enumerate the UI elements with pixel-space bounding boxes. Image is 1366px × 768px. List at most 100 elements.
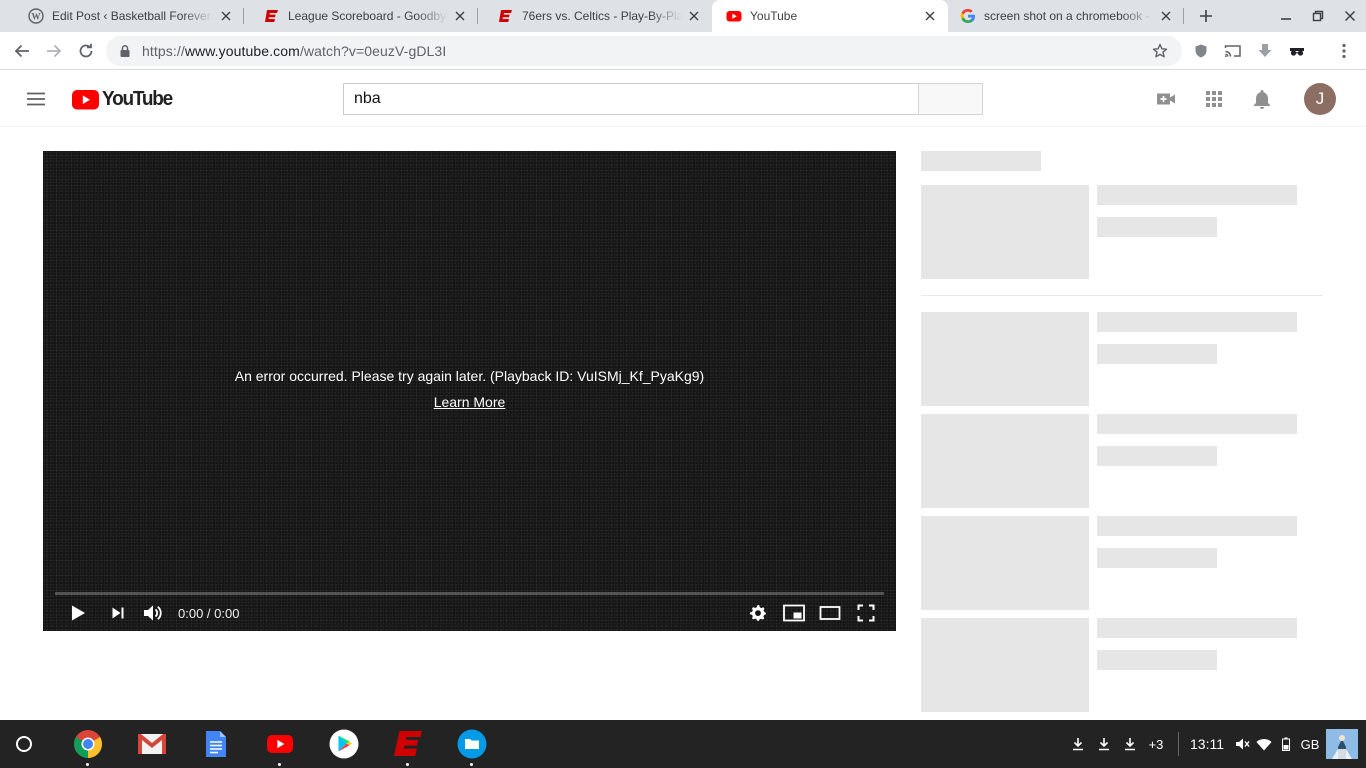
tab-title: League Scoreboard - Goodbye NBA bbox=[288, 9, 448, 23]
youtube-play-logo-icon bbox=[72, 90, 99, 110]
wordpress-icon: W bbox=[28, 8, 44, 24]
forward-button[interactable] bbox=[42, 39, 66, 63]
youtube-masthead: YouTube J bbox=[0, 71, 1366, 127]
shelf-app-youtube[interactable] bbox=[265, 729, 295, 766]
chrome-menu-button[interactable] bbox=[1332, 39, 1356, 63]
running-indicator bbox=[470, 763, 473, 766]
os-shelf: +3 13:11 GB bbox=[0, 720, 1366, 768]
skeleton-meta bbox=[1097, 344, 1217, 364]
skeleton-title bbox=[1097, 618, 1297, 638]
tray-input-method[interactable]: GB bbox=[1298, 734, 1322, 754]
tray-download-1[interactable] bbox=[1070, 734, 1086, 754]
cast-button[interactable] bbox=[1221, 39, 1245, 63]
tab-title: screen shot on a chromebook - Google Sea… bbox=[984, 9, 1154, 23]
search-input[interactable] bbox=[343, 83, 919, 115]
gear-icon bbox=[749, 604, 766, 621]
shelf-app-chrome[interactable] bbox=[73, 729, 103, 766]
espn-icon bbox=[394, 731, 422, 756]
tray-download-3[interactable] bbox=[1122, 734, 1138, 754]
theater-mode-button[interactable] bbox=[818, 601, 842, 625]
miniplayer-button[interactable] bbox=[782, 601, 806, 625]
download-arrow-icon bbox=[1258, 44, 1272, 57]
close-tab-icon[interactable] bbox=[218, 8, 234, 24]
arrow-right-icon bbox=[47, 44, 62, 58]
tray-notification-count[interactable]: +3 bbox=[1144, 734, 1168, 754]
close-tab-icon[interactable] bbox=[452, 8, 468, 24]
tray-battery[interactable] bbox=[1280, 734, 1292, 754]
play-button[interactable] bbox=[66, 601, 90, 625]
tab-wordpress[interactable]: W Edit Post ‹ Basketball Forever — WordP… bbox=[8, 0, 244, 32]
tray-divider bbox=[1178, 732, 1179, 756]
tray-mute-status[interactable] bbox=[1234, 734, 1250, 754]
tab-strip: W Edit Post ‹ Basketball Forever — WordP… bbox=[0, 0, 1366, 32]
arrow-left-icon bbox=[14, 44, 29, 58]
learn-more-link[interactable]: Learn More bbox=[43, 394, 896, 410]
launcher-button[interactable] bbox=[16, 736, 32, 752]
miniplayer-icon bbox=[783, 604, 805, 622]
skeleton-title bbox=[1097, 312, 1297, 332]
close-tab-icon[interactable] bbox=[1158, 8, 1174, 24]
youtube-logo[interactable]: YouTube bbox=[72, 88, 173, 111]
close-tab-icon[interactable] bbox=[922, 8, 938, 24]
google-icon bbox=[960, 8, 976, 24]
address-bar[interactable]: https://www.youtube.com/watch?v=0euzV-gD… bbox=[106, 36, 1182, 66]
new-tab-button[interactable] bbox=[1196, 6, 1216, 26]
shelf-app-docs[interactable] bbox=[201, 729, 231, 759]
minimize-button[interactable] bbox=[1276, 6, 1296, 26]
volume-icon bbox=[144, 605, 162, 621]
video-camera-plus-icon bbox=[1157, 93, 1175, 105]
tab-league-scoreboard[interactable]: League Scoreboard - Goodbye NBA bbox=[244, 0, 478, 32]
download-icon bbox=[1099, 738, 1109, 751]
shelf-app-espn[interactable] bbox=[393, 729, 423, 766]
tab-google-search[interactable]: screen shot on a chromebook - Google Sea… bbox=[948, 0, 1184, 32]
bell-icon bbox=[1254, 90, 1270, 109]
tray-wifi[interactable] bbox=[1256, 734, 1272, 754]
play-icon bbox=[72, 605, 85, 621]
avatar[interactable]: J bbox=[1304, 83, 1336, 115]
apps-grid-icon bbox=[1206, 91, 1222, 107]
settings-button[interactable] bbox=[746, 601, 770, 625]
tab-76ers-celtics[interactable]: 76ers vs. Celtics - Play-By-Play - ESPN bbox=[478, 0, 712, 32]
notifications-button[interactable] bbox=[1250, 87, 1274, 111]
progress-bar[interactable] bbox=[55, 592, 884, 595]
mute-button[interactable] bbox=[141, 601, 165, 625]
theater-mode-icon bbox=[819, 606, 841, 620]
close-icon bbox=[1344, 10, 1356, 22]
skeleton-thumbnail bbox=[921, 414, 1089, 508]
shield-icon bbox=[1195, 44, 1207, 58]
restore-button[interactable] bbox=[1308, 6, 1328, 26]
create-video-button[interactable] bbox=[1154, 87, 1178, 111]
tray-user-avatar[interactable] bbox=[1326, 729, 1358, 759]
fullscreen-button[interactable] bbox=[854, 601, 878, 625]
docs-icon bbox=[206, 731, 226, 757]
guide-menu-button[interactable] bbox=[24, 87, 48, 111]
skeleton-meta bbox=[1097, 446, 1217, 466]
close-tab-icon[interactable] bbox=[686, 8, 702, 24]
downloads-extension-button[interactable] bbox=[1253, 39, 1277, 63]
incognito-extension-button[interactable] bbox=[1285, 39, 1309, 63]
next-button[interactable] bbox=[106, 601, 130, 625]
clock[interactable]: 13:11 bbox=[1186, 734, 1228, 754]
reload-button[interactable] bbox=[74, 39, 98, 63]
url-host: www.youtube.com bbox=[184, 43, 300, 59]
bookmark-star-icon[interactable] bbox=[1152, 43, 1168, 59]
extension-shield-button[interactable] bbox=[1189, 39, 1213, 63]
wifi-icon bbox=[1256, 738, 1272, 750]
download-icon bbox=[1125, 738, 1135, 751]
shelf-app-files[interactable] bbox=[457, 729, 487, 766]
restore-icon bbox=[1312, 10, 1324, 22]
more-vertical-icon bbox=[1342, 43, 1346, 59]
shelf-app-play-store[interactable] bbox=[329, 729, 359, 759]
skeleton-title bbox=[1097, 516, 1297, 536]
close-window-button[interactable] bbox=[1340, 6, 1360, 26]
shelf-app-gmail[interactable] bbox=[137, 729, 167, 759]
tab-youtube[interactable]: YouTube bbox=[712, 0, 948, 32]
apps-button[interactable] bbox=[1202, 87, 1226, 111]
back-button[interactable] bbox=[10, 39, 34, 63]
tab-separator bbox=[1183, 8, 1184, 24]
youtube-icon bbox=[267, 735, 293, 753]
download-icon bbox=[1073, 738, 1083, 751]
search-button[interactable] bbox=[918, 83, 983, 115]
tray-download-2[interactable] bbox=[1096, 734, 1112, 754]
video-player[interactable]: An error occurred. Please try again late… bbox=[43, 151, 896, 631]
